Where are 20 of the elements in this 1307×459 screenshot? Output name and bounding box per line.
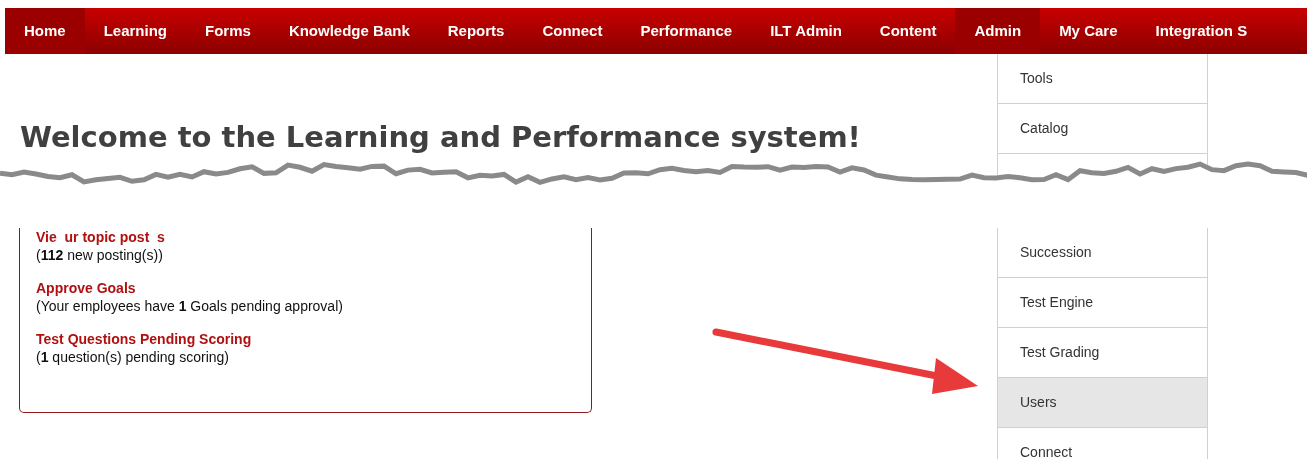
- task-link[interactable]: Approve Goals: [36, 279, 575, 297]
- menu-item[interactable]: Users: [998, 378, 1207, 428]
- nav-tab[interactable]: Reports: [428, 8, 524, 54]
- nav-tab[interactable]: Home: [5, 8, 85, 54]
- nav-tab[interactable]: Admin: [955, 8, 1041, 54]
- nav-tab[interactable]: Performance: [621, 8, 752, 54]
- nav-tab[interactable]: Knowledge Bank: [269, 8, 429, 54]
- page-title: Welcome to the Learning and Performance system!: [20, 119, 861, 156]
- task-detail: (112 new posting(s)): [36, 246, 164, 264]
- task-detail: (Your employees have 1 Goals pending approval): [36, 297, 344, 315]
- task-link[interactable]: Vie ur topic post s: [36, 228, 575, 246]
- task-detail: (1 question(s) pending scoring): [36, 348, 230, 366]
- nav-tab[interactable]: My Care: [1040, 8, 1137, 54]
- task-link[interactable]: Test Questions Pending Scoring: [36, 330, 575, 348]
- nav-tab[interactable]: Content: [860, 8, 956, 54]
- nav-tab[interactable]: Connect: [523, 8, 622, 54]
- nav-tab[interactable]: Forms: [186, 8, 270, 54]
- nav-tab[interactable]: Learning: [84, 8, 187, 54]
- nav-tab[interactable]: ILT Admin: [751, 8, 861, 54]
- nav-tab[interactable]: Integration S: [1136, 8, 1267, 54]
